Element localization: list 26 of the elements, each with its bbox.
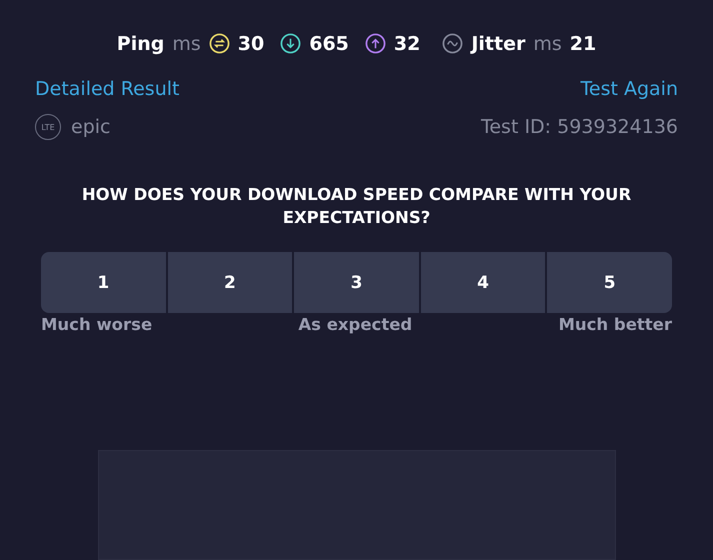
rating-button[interactable]: 1 bbox=[41, 252, 166, 314]
scale-label: Much better bbox=[558, 315, 672, 334]
rating-button[interactable]: 4 bbox=[420, 252, 546, 314]
idle-ping-value: 30 bbox=[238, 32, 264, 55]
jitter-unit: ms bbox=[533, 32, 562, 55]
jitter-value: 21 bbox=[570, 32, 596, 55]
provider-name: epic bbox=[71, 116, 110, 138]
test-id: Test ID: 5939324136 bbox=[480, 116, 678, 138]
rating-button[interactable]: 3 bbox=[294, 252, 419, 314]
download-ping-value: 665 bbox=[309, 32, 349, 55]
rating-button[interactable]: 5 bbox=[547, 252, 672, 314]
ping-label: Ping bbox=[116, 32, 164, 55]
scale-label: As expected bbox=[298, 315, 412, 334]
rating-button[interactable]: 2 bbox=[168, 252, 292, 314]
download-icon bbox=[280, 33, 302, 54]
upload-icon bbox=[364, 33, 386, 54]
survey-question: HOW DOES YOUR DOWNLOAD SPEED COMPARE WITH YOUR EXPECTATIONS? bbox=[80, 184, 632, 230]
lte-badge: LTE bbox=[35, 114, 61, 140]
jitter-label: Jitter bbox=[471, 32, 526, 55]
idle-ping-icon bbox=[208, 33, 230, 54]
detailed-result-link[interactable]: Detailed Result bbox=[35, 78, 180, 100]
test-again-link[interactable]: Test Again bbox=[580, 78, 678, 100]
wave-icon bbox=[442, 33, 464, 54]
upload-ping-value: 32 bbox=[394, 32, 420, 55]
scale-label: Much worse bbox=[41, 315, 152, 334]
ping-unit: ms bbox=[172, 32, 201, 55]
